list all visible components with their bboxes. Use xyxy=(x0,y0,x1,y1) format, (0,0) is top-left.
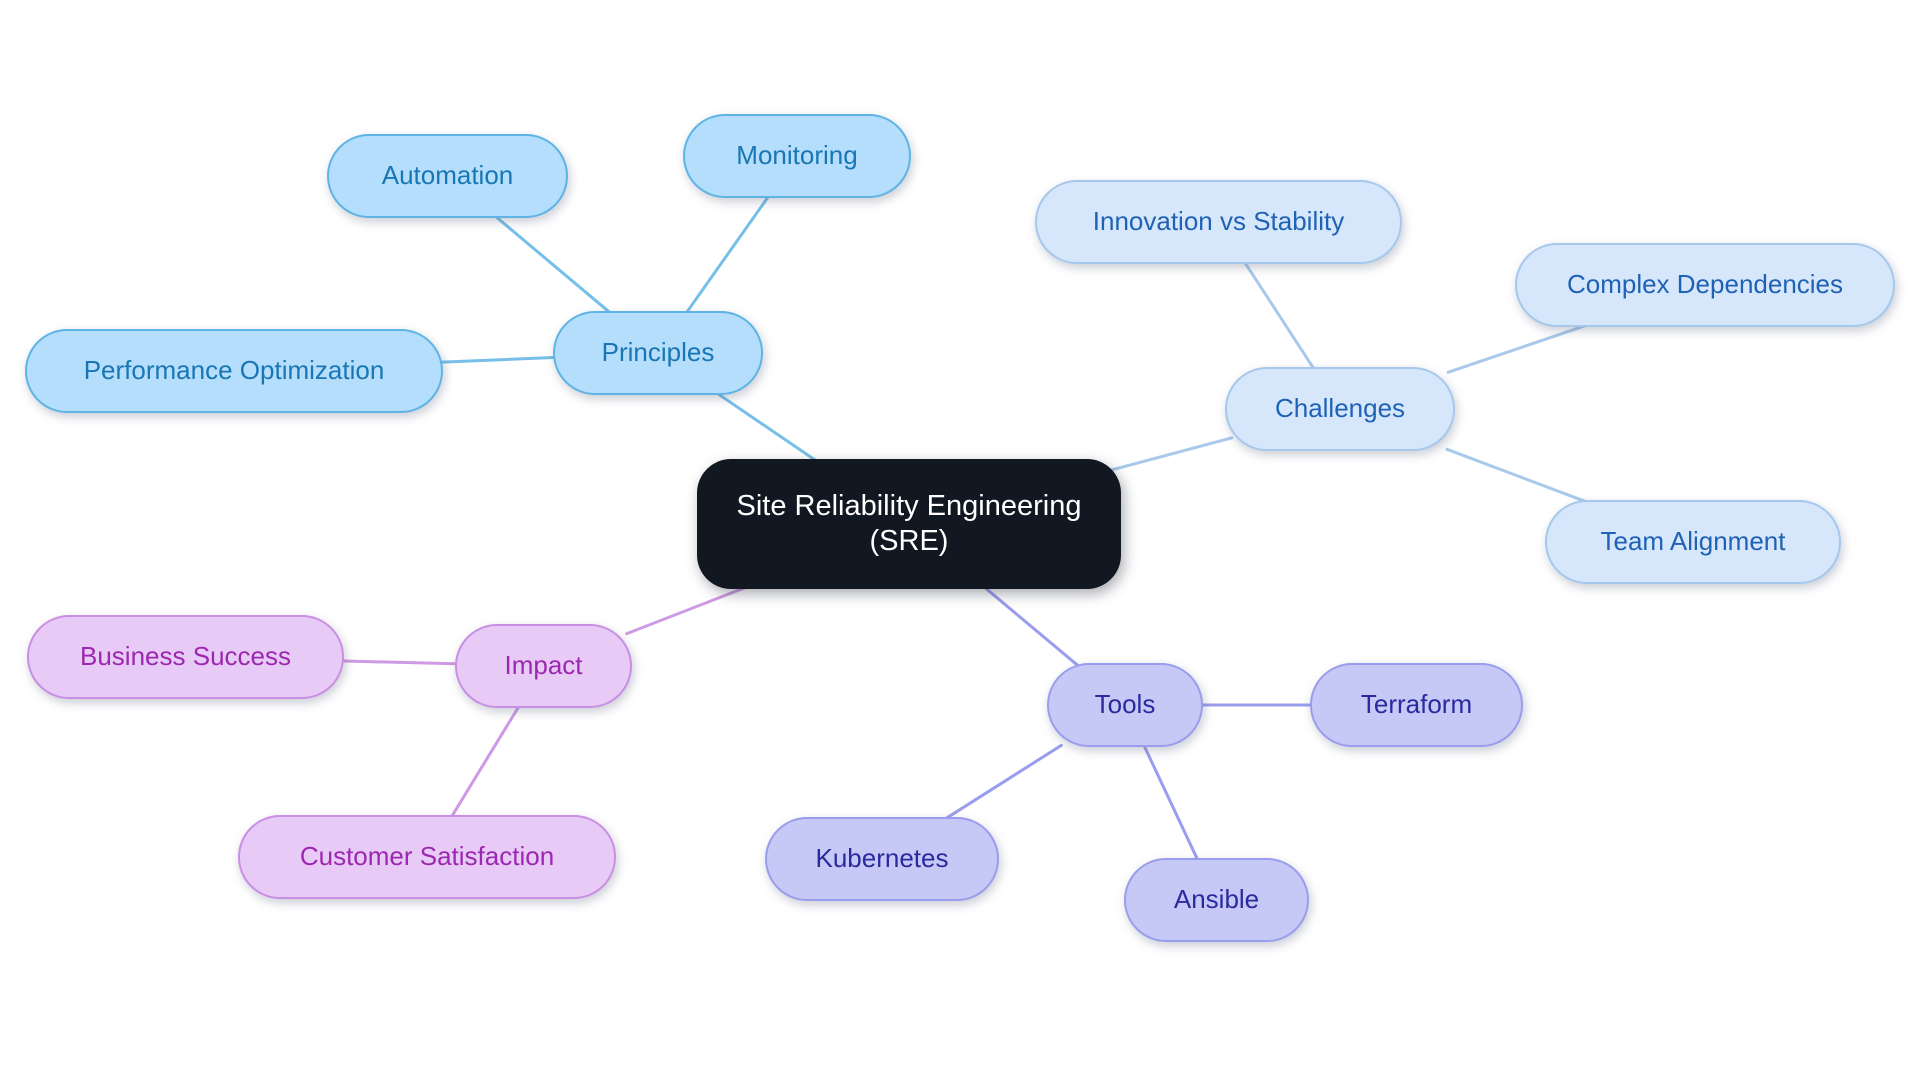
leaf-node-monitoring-label: Monitoring xyxy=(736,140,858,171)
leaf-node-automation[interactable]: Automation xyxy=(327,134,568,218)
edge-root-to-tools xyxy=(981,584,1079,667)
branch-node-principles-label: Principles xyxy=(601,337,715,368)
branch-node-challenges-label: Challenges xyxy=(1274,393,1406,424)
leaf-node-terraform[interactable]: Terraform xyxy=(1310,663,1523,747)
branch-node-impact-label: Impact xyxy=(504,650,583,681)
edge-principles-to-automation xyxy=(493,214,612,315)
root-node-sre[interactable]: Site Reliability Engineering (SRE) xyxy=(697,459,1121,589)
leaf-node-team-alignment-label: Team Alignment xyxy=(1600,526,1786,557)
leaf-node-complex-dependencies-label: Complex Dependencies xyxy=(1566,269,1844,300)
edge-root-to-impact xyxy=(625,584,750,636)
leaf-node-monitoring[interactable]: Monitoring xyxy=(683,114,911,198)
leaf-node-performance-optimization-label: Performance Optimization xyxy=(83,355,385,386)
leaf-node-business-success-label: Business Success xyxy=(80,641,291,672)
leaf-node-business-success[interactable]: Business Success xyxy=(27,615,344,699)
edge-root-to-challenges xyxy=(1106,436,1234,473)
edge-challenges-to-innovation-vs-stability xyxy=(1243,260,1316,371)
leaf-node-performance-optimization[interactable]: Performance Optimization xyxy=(25,329,443,413)
leaf-node-customer-satisfaction-label: Customer Satisfaction xyxy=(299,841,555,872)
edge-root-to-principles xyxy=(715,391,819,464)
branch-node-tools[interactable]: Tools xyxy=(1047,663,1203,747)
leaf-node-terraform-label: Terraform xyxy=(1360,689,1473,720)
branch-node-principles[interactable]: Principles xyxy=(553,311,763,395)
edge-impact-to-business-success xyxy=(332,659,462,666)
leaf-node-customer-satisfaction[interactable]: Customer Satisfaction xyxy=(238,815,616,899)
leaf-node-kubernetes-label: Kubernetes xyxy=(815,843,949,874)
edge-impact-to-customer-satisfaction xyxy=(450,704,521,819)
leaf-node-innovation-vs-stability-label: Innovation vs Stability xyxy=(1092,206,1345,237)
leaf-node-ansible[interactable]: Ansible xyxy=(1124,858,1309,942)
edge-principles-to-performance-optimization xyxy=(428,355,561,365)
edge-principles-to-monitoring xyxy=(684,194,771,315)
leaf-node-complex-dependencies[interactable]: Complex Dependencies xyxy=(1515,243,1895,327)
leaf-node-kubernetes[interactable]: Kubernetes xyxy=(765,817,999,901)
branch-node-tools-label: Tools xyxy=(1094,689,1156,720)
leaf-node-automation-label: Automation xyxy=(381,160,514,191)
branch-node-impact[interactable]: Impact xyxy=(455,624,632,708)
leaf-node-innovation-vs-stability[interactable]: Innovation vs Stability xyxy=(1035,180,1402,264)
leaf-node-ansible-label: Ansible xyxy=(1173,884,1260,915)
branch-node-challenges[interactable]: Challenges xyxy=(1225,367,1455,451)
root-node-sre-label: Site Reliability Engineering (SRE) xyxy=(736,490,1082,557)
leaf-node-team-alignment[interactable]: Team Alignment xyxy=(1545,500,1841,584)
mindmap-canvas: Site Reliability Engineering (SRE) Princi… xyxy=(0,0,1920,1083)
edge-tools-to-ansible xyxy=(1142,743,1200,862)
edge-tools-to-kubernetes xyxy=(944,743,1063,821)
edge-challenges-to-complex-dependencies xyxy=(1446,323,1588,374)
edge-challenges-to-team-alignment xyxy=(1445,447,1588,504)
